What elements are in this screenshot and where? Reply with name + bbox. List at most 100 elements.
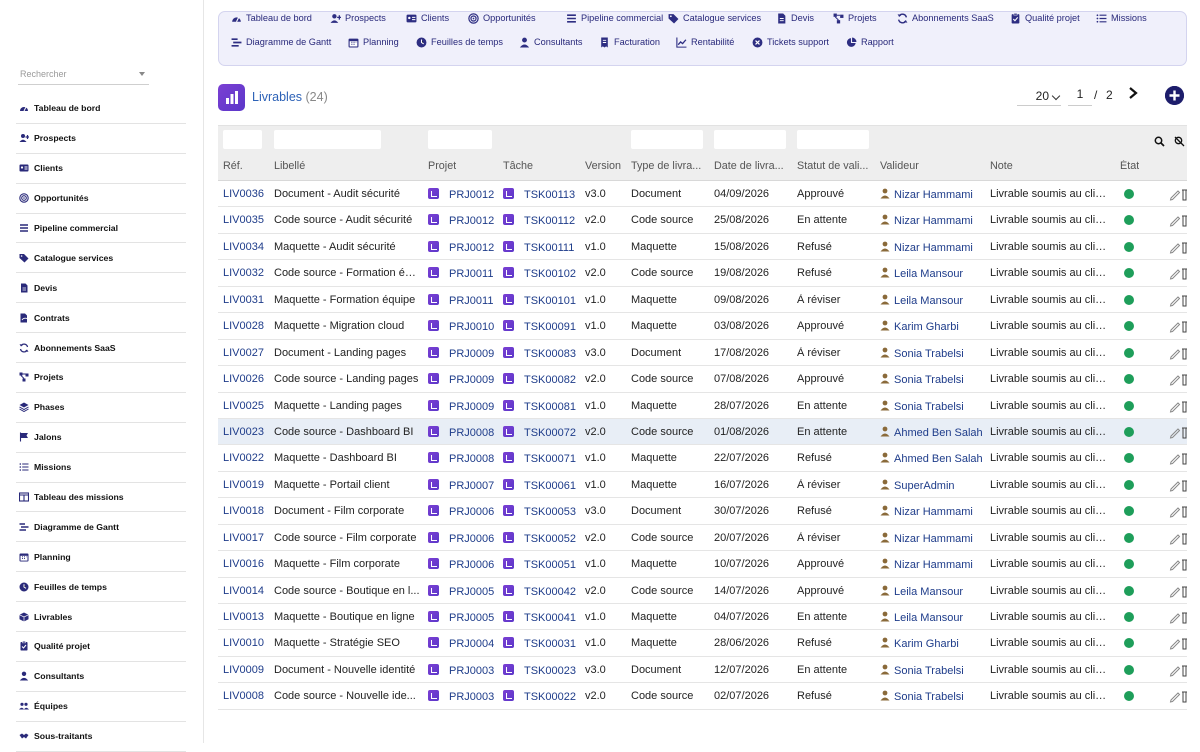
sidebar-item-clock[interactable]: Feuilles de temps [16, 572, 186, 603]
add-button[interactable] [1165, 86, 1184, 105]
table-row[interactable]: LIV0016 Maquette - Film corporate PRJ0006 T… [218, 551, 1187, 578]
cell-valideur[interactable]: Nizar Hammami [880, 241, 988, 254]
cell-valideur[interactable]: Leila Mansour [880, 585, 988, 598]
search-input[interactable] [20, 69, 130, 79]
cell-valideur[interactable]: Nizar Hammami [880, 532, 988, 545]
header-statut[interactable]: Statut de vali... [797, 160, 873, 172]
table-row[interactable]: LIV0018 Document - Film corporate PRJ0006 T… [218, 498, 1187, 525]
table-row[interactable]: LIV0017 Code source - Film corporate PRJ00… [218, 525, 1187, 552]
cell-tache[interactable]: TSK00082 [503, 373, 581, 386]
edit-icon[interactable] [1169, 636, 1187, 651]
cell-tache[interactable]: TSK00071 [503, 452, 581, 465]
sidebar-item-box[interactable]: Livrables [16, 602, 186, 633]
current-page-input[interactable]: 1 [1068, 86, 1092, 106]
edit-icon[interactable] [1169, 425, 1187, 439]
sidebar-item-id-card[interactable]: Clients [16, 154, 186, 184]
header-valideur[interactable]: Valideur [880, 160, 919, 172]
nav-item-target[interactable]: Opportunités [468, 12, 536, 24]
filter-statut[interactable] [797, 130, 869, 149]
nav-item-chart-line[interactable]: Rentabilité [676, 37, 734, 48]
nav-item-sync[interactable]: Abonnements SaaS [897, 13, 994, 24]
cell-ref[interactable]: LIV0010 [223, 637, 271, 649]
table-row[interactable]: LIV0032 Code source - Formation équ... PRJ… [218, 260, 1187, 287]
cell-ref[interactable]: LIV0031 [223, 294, 271, 306]
table-row[interactable]: LIV0008 Code source - Nouvelle ide... PRJ0… [218, 683, 1187, 710]
nav-item-project-diagram[interactable]: Projets [833, 13, 877, 24]
cell-ref[interactable]: LIV0028 [223, 320, 271, 332]
nav-item-user[interactable]: Consultants [519, 37, 583, 48]
header-tache[interactable]: Tâche [503, 160, 533, 172]
cell-valideur[interactable]: Ahmed Ben Salah [880, 452, 988, 465]
cell-ref[interactable]: LIV0009 [223, 664, 271, 676]
edit-icon[interactable] [1169, 689, 1187, 703]
table-row[interactable]: LIV0036 Document - Audit sécurité PRJ0012 T… [218, 181, 1187, 208]
nav-item-tags[interactable]: Catalogue services [668, 13, 761, 24]
sidebar-item-dashboard[interactable]: Tableau de bord [16, 94, 186, 124]
cell-valideur[interactable]: Leila Mansour [880, 294, 988, 307]
sidebar-item-layers[interactable]: Phases [16, 393, 186, 423]
cell-tache[interactable]: TSK00042 [503, 584, 581, 598]
cell-ref[interactable]: LIV0022 [223, 452, 271, 464]
cell-ref[interactable]: LIV0026 [223, 373, 271, 385]
edit-icon[interactable] [1169, 663, 1187, 677]
cell-ref[interactable]: LIV0014 [223, 585, 271, 597]
table-row[interactable]: LIV0009 Document - Nouvelle identité PRJ00… [218, 657, 1187, 684]
table-row[interactable]: LIV0028 Maquette - Migration cloud PRJ0010… [218, 313, 1187, 340]
edit-icon[interactable] [1169, 557, 1187, 571]
page-size-select[interactable]: 20 [1017, 86, 1061, 106]
table-row[interactable]: LIV0035 Code source - Audit sécurité PRJ00… [218, 207, 1187, 234]
cell-tache[interactable]: TSK00022 [503, 690, 581, 703]
nav-item-id-card[interactable]: Clients [406, 13, 449, 24]
cell-valideur[interactable]: Sonia Trabelsi [880, 664, 988, 677]
cell-ref[interactable]: LIV0008 [223, 690, 271, 702]
next-page-icon[interactable] [1126, 86, 1140, 100]
chevron-down-icon[interactable] [139, 72, 145, 76]
cell-tache[interactable]: TSK00023 [503, 663, 581, 677]
header-version[interactable]: Version [585, 160, 621, 172]
cell-tache[interactable]: TSK00072 [503, 425, 581, 439]
edit-icon[interactable] [1169, 240, 1187, 254]
cell-valideur[interactable]: Sonia Trabelsi [880, 373, 988, 386]
nav-item-list[interactable]: Missions [1096, 13, 1147, 24]
cell-projet[interactable]: PRJ0005 [428, 611, 500, 624]
nav-item-clipboard-check[interactable]: Qualité projet [1010, 12, 1080, 24]
search-box[interactable] [18, 66, 149, 85]
cell-valideur[interactable]: Leila Mansour [880, 267, 988, 280]
sidebar-item-columns[interactable]: Tableau des missions [16, 483, 186, 513]
cell-ref[interactable]: LIV0032 [223, 267, 271, 279]
table-row[interactable]: LIV0022 Maquette - Dashboard BI PRJ0008 TSK… [218, 445, 1187, 472]
cell-tache[interactable]: TSK00083 [503, 346, 581, 360]
sidebar-item-flag[interactable]: Jalons [16, 423, 186, 453]
cell-valideur[interactable]: Sonia Trabelsi [880, 400, 988, 413]
cell-valideur[interactable]: Nizar Hammami [880, 558, 988, 571]
cell-valideur[interactable]: Sonia Trabelsi [880, 690, 988, 703]
sidebar-item-bars[interactable]: Pipeline commercial [16, 214, 186, 244]
cell-projet[interactable]: PRJ0003 [428, 690, 500, 703]
nav-item-bars[interactable]: Pipeline commercial [566, 13, 663, 24]
header-note[interactable]: Note [990, 160, 1013, 172]
cell-projet[interactable]: PRJ0004 [428, 637, 500, 650]
edit-icon[interactable] [1169, 399, 1187, 413]
cell-ref[interactable]: LIV0016 [223, 558, 271, 570]
sidebar-item-list[interactable]: Missions [16, 453, 186, 483]
cell-ref[interactable]: LIV0025 [223, 400, 271, 412]
nav-item-pie-chart[interactable]: Rapport [846, 37, 894, 48]
edit-icon[interactable] [1169, 319, 1187, 333]
header-type[interactable]: Type de livra... [631, 160, 707, 172]
search-icon[interactable] [1154, 134, 1165, 147]
cell-projet[interactable]: PRJ0003 [428, 663, 500, 677]
cell-valideur[interactable]: Nizar Hammami [880, 188, 988, 201]
cell-projet[interactable]: PRJ0009 [428, 346, 500, 360]
cell-tache[interactable]: TSK00081 [503, 399, 581, 413]
nav-item-user-plus[interactable]: Prospects [330, 13, 386, 24]
nav-item-file[interactable]: Devis [776, 13, 814, 24]
cell-tache[interactable]: TSK00052 [503, 531, 581, 545]
cell-tache[interactable]: TSK00061 [503, 478, 581, 492]
nav-item-ticket[interactable]: Tickets support [752, 37, 829, 48]
cell-projet[interactable]: PRJ0012 [428, 214, 500, 227]
table-row[interactable]: LIV0034 Maquette - Audit sécurité PRJ0012 T… [218, 234, 1187, 261]
cell-ref[interactable]: LIV0019 [223, 479, 271, 491]
edit-icon[interactable] [1169, 266, 1187, 280]
edit-icon[interactable] [1169, 531, 1187, 545]
sidebar-item-sync[interactable]: Abonnements SaaS [16, 333, 186, 364]
